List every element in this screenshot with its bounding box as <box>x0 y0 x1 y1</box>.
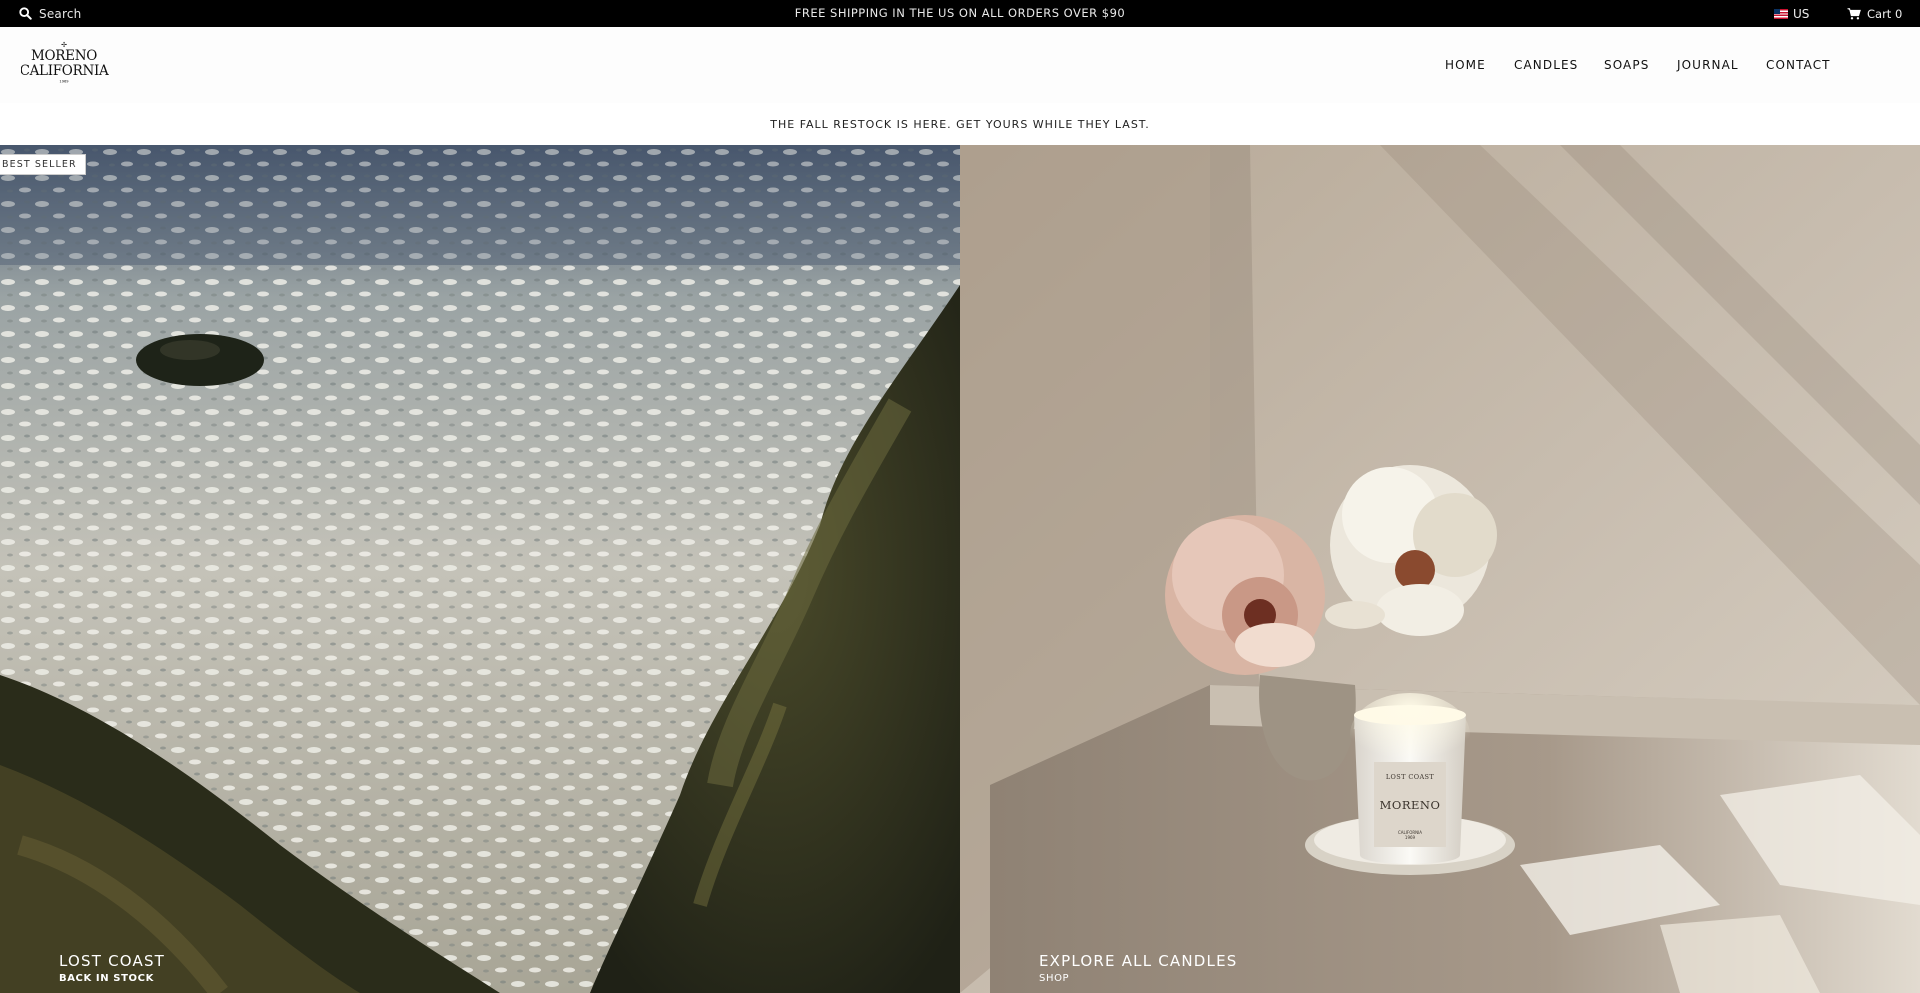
main-nav: HOME CANDLES SOAPS JOURNAL CONTACT <box>0 27 1920 103</box>
candle-flowers-image <box>960 145 1920 993</box>
locale-label: US <box>1793 6 1810 21</box>
candle-label-brand: MORENO <box>1379 798 1441 812</box>
ocean-cliff-image <box>0 145 960 993</box>
lost-coast-title[interactable]: LOST COAST <box>59 952 165 970</box>
candle-label-top: LOST COAST <box>1385 773 1435 781</box>
nav-soaps[interactable]: SOAPS <box>1604 27 1649 103</box>
cart-label: Cart 0 <box>1867 6 1903 21</box>
best-seller-badge: BEST SELLER <box>0 154 86 175</box>
hero-tile-explore-candles[interactable]: LOST COAST MORENO CALIFORNIA 1969 EXPLOR… <box>960 145 1920 993</box>
candle-label-bottom2: 1969 <box>1404 835 1416 840</box>
explore-candles-caption[interactable]: EXPLORE ALL CANDLES SHOP <box>1039 952 1238 984</box>
cart-link[interactable]: Cart 0 <box>1847 0 1902 27</box>
nav-home[interactable]: HOME <box>1445 27 1486 103</box>
promo-banner: THE FALL RESTOCK IS HERE. GET YOURS WHIL… <box>0 103 1920 145</box>
candle-label: LOST COAST MORENO CALIFORNIA 1969 <box>1374 762 1446 847</box>
locale-selector[interactable]: US <box>1774 0 1809 27</box>
nav-journal[interactable]: JOURNAL <box>1677 27 1739 103</box>
shipping-announcement: FREE SHIPPING IN THE US ON ALL ORDERS OV… <box>794 5 1126 20</box>
lost-coast-subtitle[interactable]: BACK IN STOCK <box>59 973 165 984</box>
announcement-bar: Search FREE SHIPPING IN THE US ON ALL OR… <box>0 0 1920 27</box>
nav-contact[interactable]: CONTACT <box>1766 27 1831 103</box>
explore-candles-shop-link[interactable]: SHOP <box>1039 973 1238 984</box>
cart-icon <box>1847 7 1861 19</box>
us-flag-icon <box>1774 8 1788 19</box>
explore-candles-title[interactable]: EXPLORE ALL CANDLES <box>1039 952 1238 970</box>
nav-candles[interactable]: CANDLES <box>1514 27 1578 103</box>
lost-coast-caption[interactable]: LOST COAST BACK IN STOCK <box>59 952 165 984</box>
hero-tile-lost-coast[interactable]: BEST SELLER LOST COAST BACK IN STOCK <box>0 145 960 993</box>
